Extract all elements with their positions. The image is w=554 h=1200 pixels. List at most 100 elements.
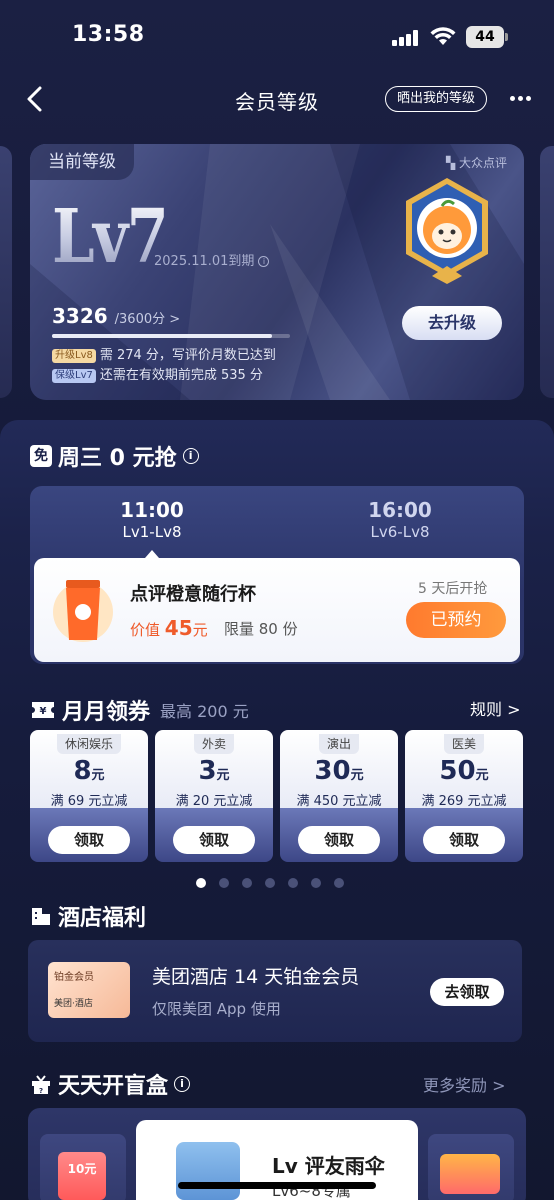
status-bar: 13:58 44 <box>0 0 554 72</box>
page-dot[interactable] <box>334 878 344 888</box>
coupon-amount-unit: 元 <box>91 768 105 783</box>
info-icon[interactable]: i <box>174 1076 191 1092</box>
slot-level-range: Lv1-Lv8 <box>122 523 182 541</box>
points-total: /3600分 > <box>114 312 181 327</box>
carousel-page-dots[interactable] <box>196 878 344 890</box>
page-dot[interactable] <box>219 878 229 888</box>
coupon-condition: 满 69 元立减 <box>50 794 128 809</box>
brand-icon: ▚ <box>446 156 460 170</box>
battery-icon: 44 <box>466 26 508 48</box>
upgrade-requirement: 升级Lv8 需 274 分，写评价月数已达到 <box>52 344 276 363</box>
page-dot[interactable] <box>196 878 206 888</box>
flash-sale-title: 周三 0 元抢 <box>58 446 177 471</box>
coupons-subtitle: 最高 200 元 <box>160 702 249 721</box>
gift-icon: ? <box>32 1075 50 1095</box>
coupon-amount: 50元 <box>405 756 523 786</box>
free-icon: 免 <box>30 445 52 467</box>
coupon-amount-unit: 元 <box>216 768 230 783</box>
coupons-header: ¥ 月月领券 最高 200 元 <box>30 694 249 726</box>
coupon-amount-value: 30 <box>314 756 351 786</box>
claim-hotel-button[interactable]: 去领取 <box>430 978 504 1006</box>
coupon-category: 外卖 <box>193 734 235 754</box>
upgrade-button[interactable]: 去升级 <box>402 306 502 340</box>
blind-box-item[interactable]: 10元 <box>40 1134 126 1200</box>
reserved-button[interactable]: 已预约 <box>406 602 506 638</box>
coupon-amount-value: 3 <box>198 756 217 786</box>
page-dot[interactable] <box>288 878 298 888</box>
product-card[interactable]: 点评橙意随行杯 价值 45元 限量 80 份 5 天后开抢 已预约 <box>34 558 520 662</box>
page-dot[interactable] <box>265 878 275 888</box>
coupon-amount-unit: 元 <box>475 768 489 783</box>
blind-box-header: ? 天天开盲盒 i <box>30 1068 191 1100</box>
level-card: 当前等级 ▚ 大众点评 Lv7 2025.11.01到期 i 去升级 3326 /… <box>30 144 524 400</box>
hotel-benefit-subtitle: 仅限美团 App 使用 <box>152 1000 281 1018</box>
home-indicator[interactable] <box>178 1182 376 1189</box>
coupon-amount-value: 8 <box>73 756 92 786</box>
coupon-amount: 30元 <box>280 756 398 786</box>
status-time: 13:58 <box>72 22 145 47</box>
navigation-bar: 会员等级 晒出我的等级 <box>0 72 554 128</box>
prize-title: Lv 评友雨伞 <box>272 1154 385 1178</box>
coupon-card: 演出 30元 满 450 元立减 领取 <box>280 730 398 862</box>
coupon-condition: 满 450 元立减 <box>296 794 382 809</box>
claim-button[interactable]: 领取 <box>298 826 380 854</box>
claim-button[interactable]: 领取 <box>173 826 255 854</box>
open-countdown: 5 天后开抢 <box>418 581 488 597</box>
share-level-button[interactable]: 晒出我的等级 <box>385 86 487 112</box>
platinum-card-image: 铂金会员 美团·酒店 <box>48 962 130 1018</box>
hotel-header: 酒店福利 <box>30 900 146 932</box>
page-dot[interactable] <box>242 878 252 888</box>
keep-requirement-text: 还需在有效期前完成 535 分 <box>99 368 263 383</box>
page-dot[interactable] <box>311 878 321 888</box>
coupon-amount: 3元 <box>155 756 273 786</box>
hotel-title: 酒店福利 <box>58 906 147 931</box>
previous-level-card-peek[interactable] <box>0 146 12 398</box>
product-value-prefix: 价值 <box>130 621 161 639</box>
time-slot-1[interactable]: 11:00 Lv1-Lv8 <box>82 498 222 541</box>
ticket-icon: ¥ <box>32 702 54 718</box>
next-level-card-peek[interactable] <box>540 146 554 398</box>
coupon-category: 医美 <box>443 734 485 754</box>
blind-box-item[interactable] <box>428 1134 514 1200</box>
time-slot-2[interactable]: 16:00 Lv6-Lv8 <box>330 498 470 541</box>
brand-logo: ▚ 大众点评 <box>446 154 507 171</box>
product-value-suffix: 元 <box>192 621 208 639</box>
points-current: 3326 <box>52 304 108 328</box>
hotel-benefit-card[interactable]: 铂金会员 美团·酒店 美团酒店 14 天铂金会员 仅限美团 App 使用 去领取 <box>28 940 522 1042</box>
cellular-signal-icon <box>392 30 418 46</box>
coupon-condition: 满 269 元立减 <box>421 794 507 809</box>
coupons-title: 月月领券 <box>62 700 151 725</box>
product-value: 价值 45元 <box>130 616 208 640</box>
hotel-benefit-title: 美团酒店 14 天铂金会员 <box>152 966 360 988</box>
coupon-condition: 满 20 元立减 <box>175 794 253 809</box>
coupon-card: 休闲娱乐 8元 满 69 元立减 领取 <box>30 730 148 862</box>
platinum-card-label: 铂金会员 <box>54 972 94 983</box>
rules-link[interactable]: 规则 > <box>470 696 521 720</box>
flash-sale-header: 免 周三 0 元抢 i <box>30 440 199 472</box>
info-icon[interactable]: i <box>182 448 199 464</box>
claim-button[interactable]: 领取 <box>48 826 130 854</box>
coupon-category: 演出 <box>318 734 360 754</box>
points-progress-fill <box>52 334 272 338</box>
level-medal-icon <box>406 178 488 284</box>
product-limit: 限量 80 份 <box>224 620 298 638</box>
info-icon[interactable]: i <box>258 256 270 267</box>
product-value-amount: 45 <box>164 616 193 640</box>
coupon-card: 外卖 3元 满 20 元立减 领取 <box>155 730 273 862</box>
points-display[interactable]: 3326 /3600分 > <box>52 304 180 328</box>
platinum-card-brand: 美团·酒店 <box>54 999 93 1009</box>
coupon-amount: 8元 <box>30 756 148 786</box>
level-expiry[interactable]: 2025.11.01到期 i <box>154 250 270 269</box>
more-rewards-link[interactable]: 更多奖励 > <box>423 1072 506 1096</box>
keep-tag: 保级Lv7 <box>52 369 96 383</box>
coupon-amount-unit: 元 <box>350 768 364 783</box>
coupon-card: 医美 50元 满 269 元立减 领取 <box>405 730 523 862</box>
claim-button[interactable]: 领取 <box>423 826 505 854</box>
slot-time: 16:00 <box>368 498 432 522</box>
cup-product-image <box>53 580 113 642</box>
more-options-icon[interactable] <box>510 96 532 102</box>
umbrella-prize-image <box>176 1142 240 1200</box>
level-expiry-text: 2025.11.01到期 <box>154 254 255 269</box>
current-level-tag: 当前等级 <box>30 144 134 180</box>
points-progress-bar <box>52 334 290 338</box>
